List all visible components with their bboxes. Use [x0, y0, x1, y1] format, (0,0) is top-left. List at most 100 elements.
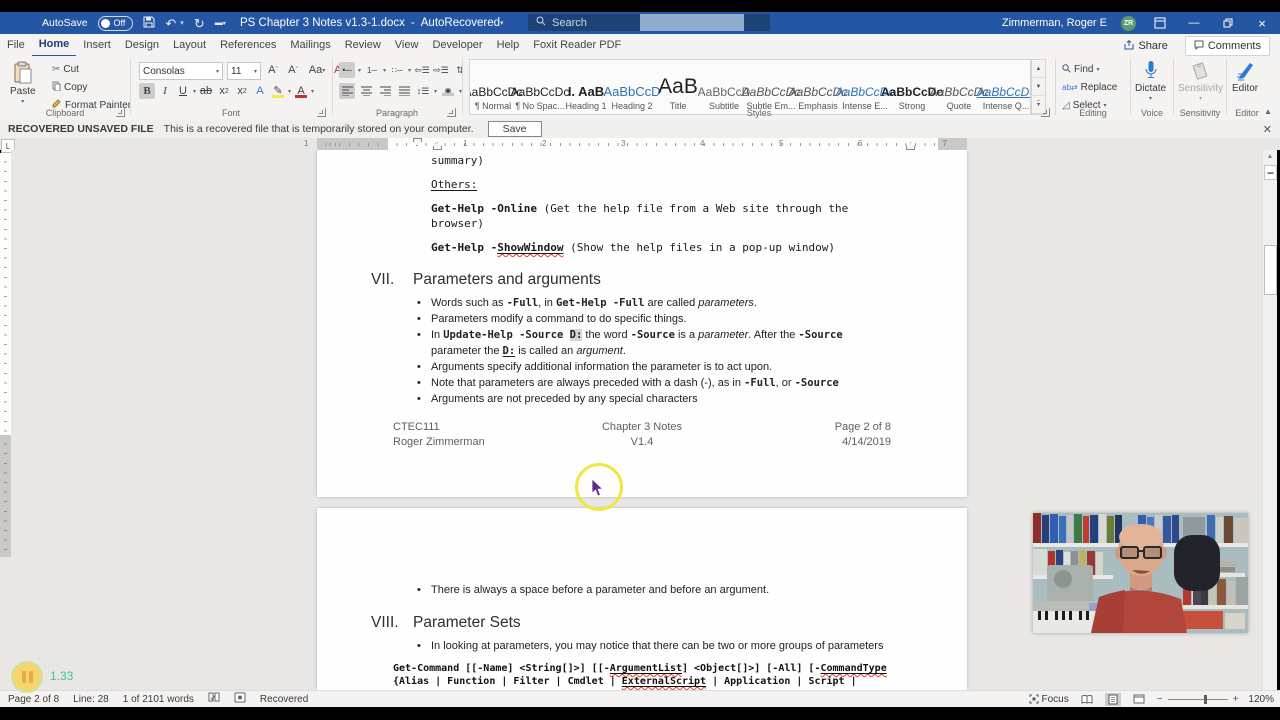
- numbering-dropdown-icon[interactable]: ▾: [383, 67, 386, 74]
- highlight-color-button[interactable]: ✎: [270, 83, 286, 99]
- zoom-out-icon[interactable]: −: [1157, 694, 1163, 705]
- undo-dropdown-icon[interactable]: ▾: [180, 19, 184, 27]
- style-heading-2[interactable]: AaBbCcD Heading 2: [603, 60, 660, 114]
- align-left-button[interactable]: [339, 83, 355, 99]
- line-spacing-icon[interactable]: ↕☰: [415, 83, 431, 99]
- tab-insert[interactable]: Insert: [76, 34, 118, 56]
- styles-dialog-launcher[interactable]: [1041, 108, 1050, 117]
- zoom-level[interactable]: 120%: [1248, 694, 1274, 705]
- tab-developer[interactable]: Developer: [425, 34, 489, 56]
- tab-help[interactable]: Help: [490, 34, 527, 56]
- tab-references[interactable]: References: [213, 34, 283, 56]
- zoom-slider-thumb[interactable]: [1203, 694, 1207, 704]
- minimize-button[interactable]: —: [1184, 14, 1204, 32]
- decrease-indent-icon[interactable]: ⇦☰: [414, 62, 430, 78]
- cut-button[interactable]: ✂ Cut: [52, 62, 131, 77]
- avatar[interactable]: ZR: [1121, 15, 1136, 31]
- align-right-button[interactable]: [377, 83, 393, 99]
- collapse-ribbon-icon[interactable]: ▲: [1264, 107, 1272, 116]
- autosave-toggle[interactable]: Off: [97, 15, 134, 31]
- style--no-spac-[interactable]: AaBbCcDc ¶ No Spac...: [511, 60, 570, 114]
- restore-button[interactable]: [1218, 14, 1238, 32]
- underline-button[interactable]: U: [175, 83, 191, 99]
- bullets-button[interactable]: •─: [339, 62, 355, 78]
- superscript-button[interactable]: x2: [234, 83, 250, 99]
- zoom-slider[interactable]: − +: [1157, 694, 1239, 705]
- clipboard-dialog-launcher[interactable]: [116, 108, 125, 117]
- share-button[interactable]: Share: [1115, 36, 1176, 56]
- undo-icon[interactable]: ↶: [165, 17, 176, 30]
- recovered-save-button[interactable]: Save: [487, 121, 542, 137]
- page-2[interactable]: There is always a space before a paramet…: [317, 508, 967, 690]
- multilevel-dropdown-icon[interactable]: ▾: [408, 67, 411, 74]
- tab-view[interactable]: View: [388, 34, 426, 56]
- italic-button[interactable]: I: [157, 83, 173, 99]
- macro-record-icon[interactable]: [234, 692, 246, 706]
- page-indicator[interactable]: Page 2 of 8: [8, 694, 59, 705]
- shrink-font-icon[interactable]: Aˇ: [285, 62, 301, 78]
- shading-icon[interactable]: ◉: [440, 83, 456, 99]
- tab-layout[interactable]: Layout: [166, 34, 213, 56]
- recovered-bar-close-icon[interactable]: ✕: [1263, 123, 1272, 136]
- paste-dropdown-icon[interactable]: ▾: [21, 98, 24, 105]
- tab-file[interactable]: File: [0, 34, 32, 56]
- paste-button[interactable]: Paste ▾: [10, 61, 36, 105]
- redo-icon[interactable]: ↻: [194, 17, 205, 30]
- tab-home[interactable]: Home: [31, 33, 77, 57]
- styles-scroll-up-icon[interactable]: ▲: [1032, 60, 1045, 78]
- highlight-dropdown-icon[interactable]: ▾: [288, 88, 291, 95]
- paragraph-dialog-launcher[interactable]: [447, 108, 456, 117]
- proofing-icon[interactable]: [208, 692, 220, 706]
- change-case-icon[interactable]: Aa ▾: [305, 62, 329, 78]
- recovered-status[interactable]: Recovered: [260, 694, 308, 705]
- style-intense-q-[interactable]: AaBbCcDc Intense Q...: [977, 60, 1030, 114]
- font-color-dropdown-icon[interactable]: ▾: [311, 88, 314, 95]
- underline-dropdown-icon[interactable]: ▾: [193, 88, 196, 95]
- line-indicator[interactable]: Line: 28: [73, 694, 109, 705]
- tab-review[interactable]: Review: [338, 34, 388, 56]
- grow-font-icon[interactable]: Aˆ: [265, 62, 281, 78]
- word-count[interactable]: 1 of 2101 words: [123, 694, 194, 705]
- strikethrough-button[interactable]: ab: [198, 83, 214, 99]
- web-layout-icon[interactable]: [1131, 693, 1147, 706]
- multilevel-list-button[interactable]: ∷─: [389, 62, 405, 78]
- customize-qat-icon[interactable]: ▬▾: [215, 19, 226, 28]
- numbering-button[interactable]: 1─: [364, 62, 380, 78]
- font-size-select[interactable]: 11 ▾: [227, 62, 261, 80]
- subscript-button[interactable]: x2: [216, 83, 232, 99]
- replace-button[interactable]: ab⇄ Replace: [1062, 80, 1117, 95]
- style-title[interactable]: AaB Title: [656, 60, 701, 114]
- dictate-button[interactable]: Dictate ▾: [1135, 60, 1166, 102]
- scroll-up-icon[interactable]: ▲: [1263, 150, 1277, 163]
- close-button[interactable]: ×: [1252, 14, 1272, 32]
- focus-button[interactable]: Focus: [1029, 692, 1069, 707]
- ribbon-display-options-icon[interactable]: [1150, 14, 1170, 32]
- scrollbar-thumb[interactable]: [1264, 245, 1277, 295]
- text-effects-icon[interactable]: A: [252, 83, 268, 99]
- vertical-scrollbar[interactable]: ▲ ▬: [1262, 150, 1277, 690]
- title-dropdown-icon[interactable]: ▾: [500, 19, 504, 27]
- find-button[interactable]: Find ▾: [1062, 62, 1117, 77]
- bullets-dropdown-icon[interactable]: ▾: [358, 67, 361, 74]
- tab-foxit-reader-pdf[interactable]: Foxit Reader PDF: [526, 34, 628, 56]
- page-1[interactable]: summary) Others: Get-Help -Online (Get the…: [317, 150, 967, 497]
- read-mode-icon[interactable]: [1079, 693, 1095, 706]
- sensitivity-button[interactable]: Sensitivity ▾: [1178, 60, 1223, 102]
- copy-button[interactable]: Copy: [52, 80, 131, 95]
- styles-scroll-down-icon[interactable]: ▼: [1032, 78, 1045, 96]
- justify-button[interactable]: [396, 83, 412, 99]
- editor-button[interactable]: Editor: [1232, 60, 1258, 94]
- increase-indent-icon[interactable]: ⇨☰: [433, 62, 449, 78]
- zoom-in-icon[interactable]: +: [1233, 694, 1239, 705]
- comments-button[interactable]: Comments: [1184, 36, 1270, 56]
- bold-button[interactable]: B: [139, 83, 155, 99]
- line-spacing-dropdown-icon[interactable]: ▾: [434, 88, 437, 95]
- font-family-select[interactable]: Consolas ▾: [139, 62, 223, 80]
- style-heading-1[interactable]: I. AaB Heading 1: [564, 60, 609, 114]
- print-layout-icon[interactable]: [1104, 692, 1121, 706]
- font-color-button[interactable]: A: [293, 83, 309, 99]
- align-center-button[interactable]: [358, 83, 374, 99]
- tab-design[interactable]: Design: [118, 34, 166, 56]
- font-dialog-launcher[interactable]: [317, 108, 326, 117]
- recorder-pause-button[interactable]: [11, 661, 43, 693]
